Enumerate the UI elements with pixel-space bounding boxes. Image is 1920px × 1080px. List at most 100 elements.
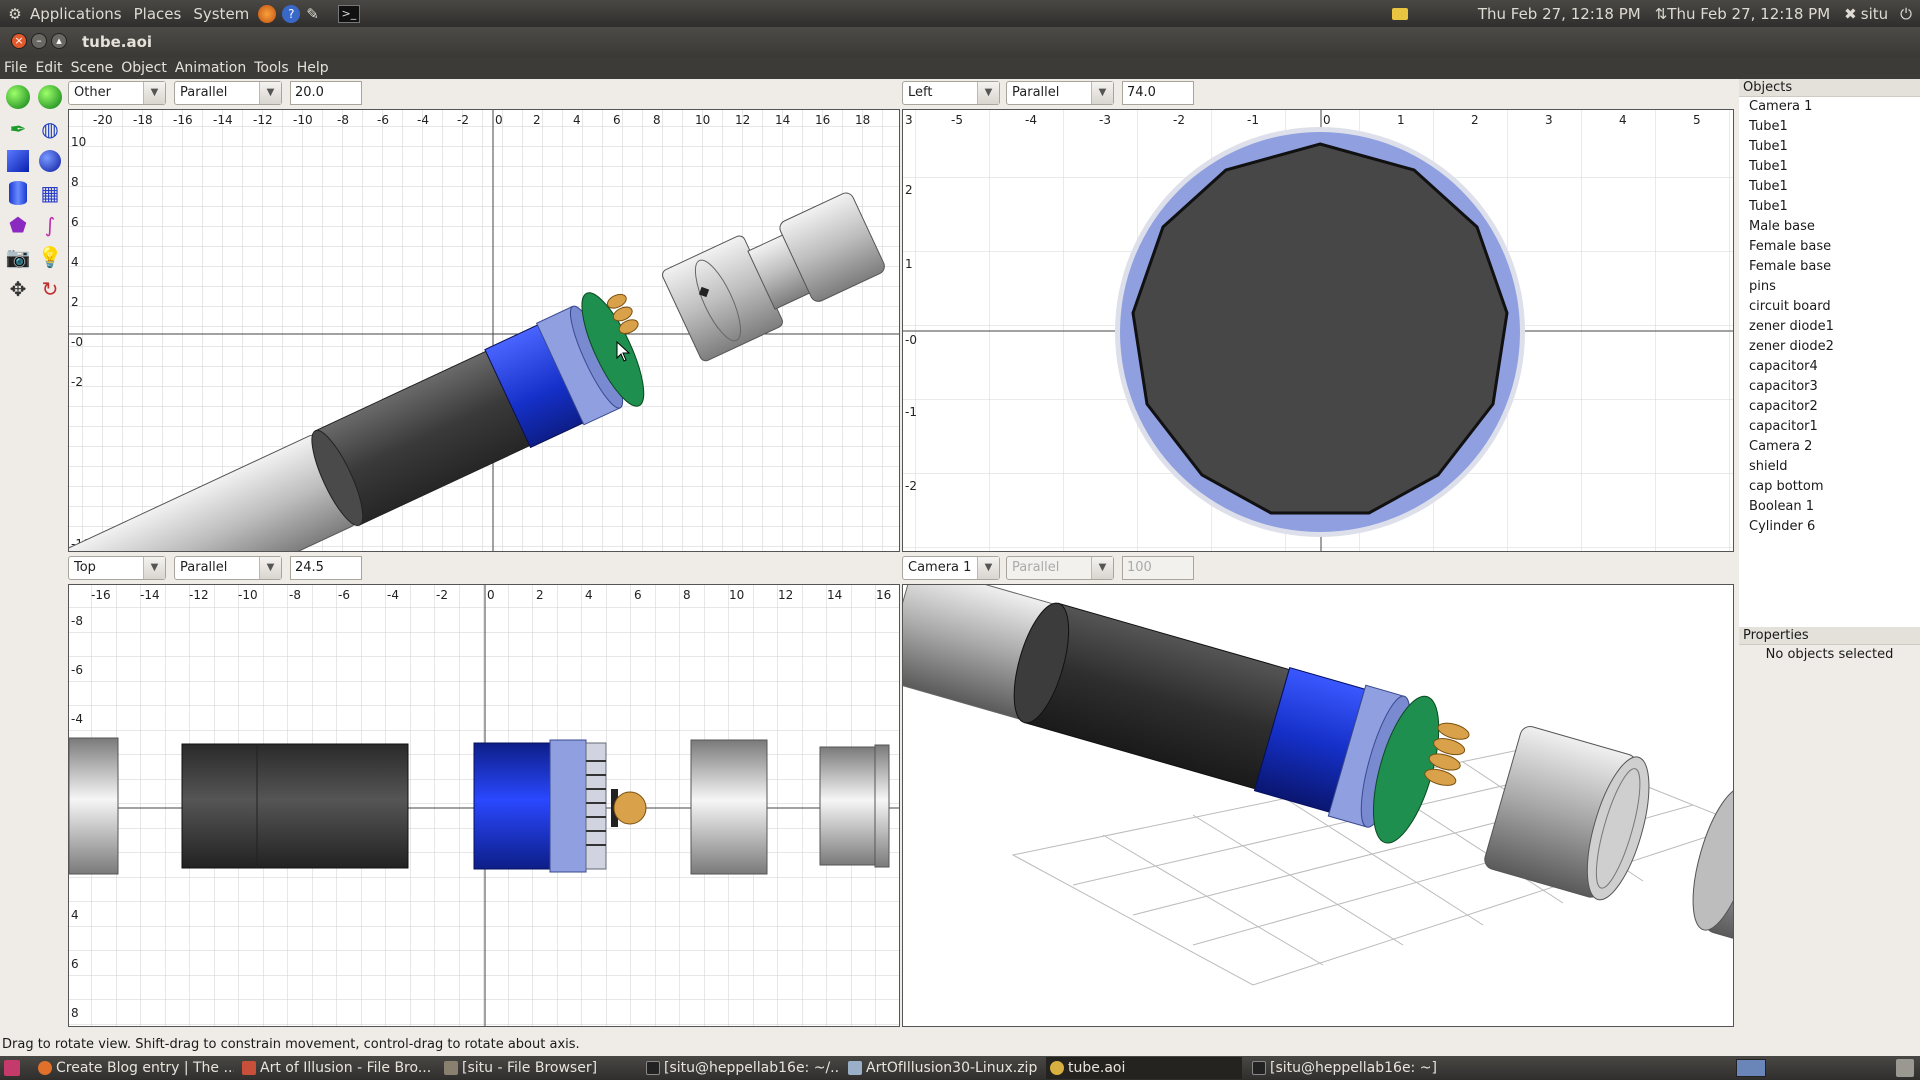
y-tick: -1 [905, 405, 917, 419]
task-blog-entry[interactable]: Create Blog entry | The ... [34, 1057, 234, 1079]
list-item[interactable]: Female base [1739, 237, 1920, 257]
menu-tools[interactable]: Tools [250, 60, 293, 76]
list-item[interactable]: Cylinder 6 [1739, 517, 1920, 537]
y-tick: 8 [71, 175, 79, 189]
x-tick: 0 [495, 113, 503, 127]
menu-bar: File Edit Scene Object Animation Tools H… [0, 57, 1920, 79]
list-item[interactable]: Male base [1739, 217, 1920, 237]
list-item[interactable]: Female base [1739, 257, 1920, 277]
task-zip-archive[interactable]: ArtOfIllusion30-Linux.zip [844, 1057, 1040, 1079]
list-item[interactable]: cap bottom [1739, 477, 1920, 497]
firefox-icon[interactable] [258, 4, 277, 23]
curve-tool-icon[interactable]: ∫ [35, 210, 65, 240]
spline-mesh-tool-icon[interactable]: ▦ [35, 178, 65, 208]
scale-field-2[interactable]: 74.0 [1122, 81, 1194, 105]
tools-icon[interactable]: ✎ [306, 5, 319, 23]
light-tool-icon[interactable]: 💡 [35, 242, 65, 272]
view-select-4[interactable]: Camera 1 ▼ [902, 556, 1000, 580]
list-item[interactable]: capacitor4 [1739, 357, 1920, 377]
power-icon[interactable]: ⏻ [1900, 5, 1912, 23]
list-item[interactable]: circuit board [1739, 297, 1920, 317]
viewport-top-canvas: -16 -14 -12 -10 -8 -6 -4 -2 0 2 4 6 8 10… [69, 585, 899, 1026]
list-item[interactable]: capacitor3 [1739, 377, 1920, 397]
list-item[interactable]: Tube1 [1739, 197, 1920, 217]
gnome-foot-icon[interactable]: ⚙ [6, 5, 24, 23]
menu-scene[interactable]: Scene [67, 60, 118, 76]
list-item[interactable]: Tube1 [1739, 177, 1920, 197]
x-tick: 0 [1323, 113, 1331, 127]
view-select-4-value: Camera 1 [908, 560, 972, 575]
x-tick: -20 [93, 113, 113, 127]
task-tube-aoi[interactable]: tube.aoi [1046, 1057, 1242, 1079]
list-item[interactable]: shield [1739, 457, 1920, 477]
system-menu[interactable]: System [187, 5, 255, 23]
viewport-top[interactable]: -16 -14 -12 -10 -8 -6 -4 -2 0 2 4 6 8 10… [68, 584, 900, 1027]
menu-help[interactable]: Help [293, 60, 333, 76]
view-select-3-value: Top [74, 560, 96, 575]
projection-select-2[interactable]: Parallel ▼ [1006, 81, 1114, 105]
task-situ-file-browser[interactable]: [situ - File Browser] [440, 1057, 636, 1079]
scale-field-3[interactable]: 24.5 [290, 556, 362, 580]
list-item[interactable]: pins [1739, 277, 1920, 297]
list-item[interactable]: Tube1 [1739, 137, 1920, 157]
maximize-icon[interactable]: ▴ [51, 33, 67, 49]
view-select-3[interactable]: Top ▼ [68, 556, 166, 580]
trash-icon[interactable] [1896, 1059, 1914, 1077]
taper-tool-icon[interactable]: ◍ [35, 114, 65, 144]
polygon-tool-icon[interactable]: ⬟ [3, 210, 33, 240]
list-item[interactable]: Tube1 [1739, 117, 1920, 137]
x-tick: 16 [815, 113, 830, 127]
task-terminal-2[interactable]: [situ@heppellab16e: ~] [1248, 1057, 1444, 1079]
scale-field-1[interactable]: 20.0 [290, 81, 362, 105]
minimize-icon[interactable]: – [31, 33, 47, 49]
cylinder-tool-icon[interactable] [3, 178, 33, 208]
move-view-tool-icon[interactable]: ✥ [3, 274, 33, 304]
skew-tool-icon[interactable]: ✒ [3, 114, 33, 144]
list-item[interactable]: Boolean 1 [1739, 497, 1920, 517]
list-item[interactable]: Camera 1 [1739, 97, 1920, 117]
menu-edit[interactable]: Edit [31, 60, 66, 76]
clock-1[interactable]: Thu Feb 27, 12:18 PM [1478, 5, 1641, 23]
list-item[interactable]: Camera 2 [1739, 437, 1920, 457]
x-tick: 10 [729, 588, 744, 602]
x-tick: -8 [289, 588, 301, 602]
close-icon[interactable]: × [11, 33, 27, 49]
task-terminal-1[interactable]: [situ@heppellab16e: ~/... [642, 1057, 838, 1079]
viewport-other[interactable]: -20 -18 -16 -14 -12 -10 -8 -6 -4 -2 0 2 … [68, 109, 900, 552]
menu-animation[interactable]: Animation [171, 60, 250, 76]
projection-select-3[interactable]: Parallel ▼ [174, 556, 282, 580]
clock-2[interactable]: Thu Feb 27, 12:18 PM [1667, 5, 1830, 23]
user-name[interactable]: situ [1861, 5, 1888, 23]
archive-icon [848, 1061, 862, 1075]
rotate-view-tool-icon[interactable]: ↻ [35, 274, 65, 304]
menu-object[interactable]: Object [117, 60, 171, 76]
notification-icon[interactable] [1391, 7, 1408, 20]
show-desktop-icon[interactable] [4, 1060, 20, 1076]
x-tick: -18 [133, 113, 153, 127]
workspace-switcher[interactable] [1736, 1059, 1766, 1077]
projection-select-1[interactable]: Parallel ▼ [174, 81, 282, 105]
list-item[interactable]: capacitor1 [1739, 417, 1920, 437]
cube-tool-icon[interactable] [3, 146, 33, 176]
list-item[interactable]: zener diode2 [1739, 337, 1920, 357]
menu-file[interactable]: File [0, 60, 31, 76]
camera-tool-icon[interactable]: 📷 [3, 242, 33, 272]
viewport-camera[interactable] [902, 584, 1734, 1027]
viewport-left[interactable]: 3 -5 -4 -3 -2 -1 0 1 2 3 4 5 2 1 -0 -1 -… [902, 109, 1734, 552]
y-tick: 4 [71, 255, 79, 269]
list-item[interactable]: zener diode1 [1739, 317, 1920, 337]
rotate-tool-icon[interactable] [35, 82, 65, 112]
applications-menu[interactable]: Applications [24, 5, 128, 23]
help-icon[interactable]: ? [282, 4, 301, 23]
object-list[interactable]: Camera 1 Tube1 Tube1 Tube1 Tube1 Tube1 M… [1739, 97, 1920, 627]
move-tool-icon[interactable] [3, 82, 33, 112]
terminal-icon[interactable]: >_ [337, 4, 360, 23]
projection-select-4-value: Parallel [1012, 560, 1060, 575]
task-file-browser-aoi[interactable]: Art of Illusion - File Bro... [238, 1057, 434, 1079]
view-select-1[interactable]: Other ▼ [68, 81, 166, 105]
view-select-2[interactable]: Left ▼ [902, 81, 1000, 105]
places-menu[interactable]: Places [128, 5, 188, 23]
sphere-tool-icon[interactable] [35, 146, 65, 176]
list-item[interactable]: capacitor2 [1739, 397, 1920, 417]
list-item[interactable]: Tube1 [1739, 157, 1920, 177]
